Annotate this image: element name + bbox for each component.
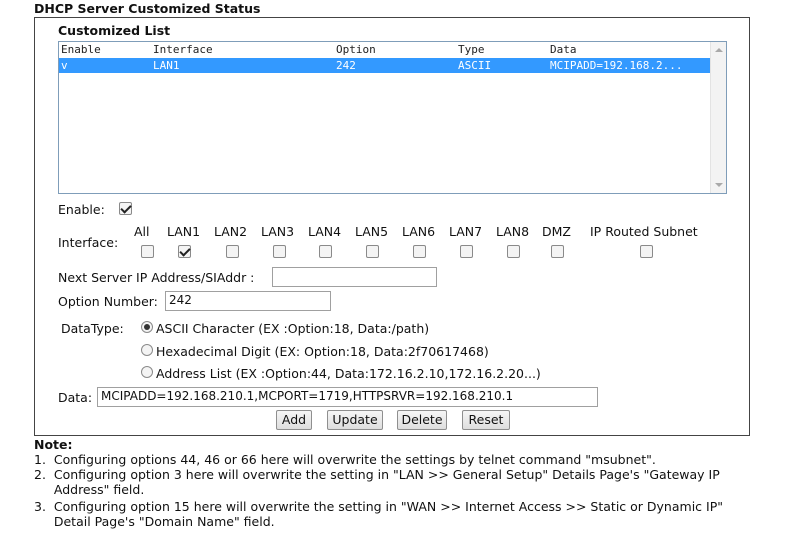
customized-list[interactable]: Enable Interface Option Type Data v LAN1… [58, 41, 727, 194]
datatype-option-address-list: Address List (EX :Option:44, Data:172.16… [156, 366, 541, 381]
update-button[interactable]: Update [327, 410, 383, 430]
datatype-label: DataType: [61, 321, 124, 336]
row-enable: v [61, 59, 68, 72]
interface-label-ip-routed-subnet: IP Routed Subnet [590, 224, 698, 239]
note-line: 3. Configuring option 15 here will overw… [34, 499, 723, 514]
datatype-option-ascii: ASCII Character (EX :Option:18, Data:/pa… [156, 321, 430, 336]
page-title: DHCP Server Customized Status [34, 1, 261, 16]
enable-label: Enable: [58, 202, 105, 217]
datatype-radio-ascii[interactable] [141, 321, 153, 333]
interface-label: Interface: [58, 235, 119, 250]
enable-checkbox[interactable] [119, 202, 132, 215]
column-enable: Enable [61, 43, 101, 56]
next-server-label: Next Server IP Address/SIAddr : [58, 270, 255, 285]
row-type: ASCII [458, 59, 492, 72]
note-list: 1. Configuring options 44, 46 or 66 here… [34, 452, 774, 537]
interface-label-lan1: LAN1 [167, 224, 201, 239]
interface-checkbox-lan8[interactable] [507, 245, 520, 258]
interface-label-lan2: LAN2 [214, 224, 248, 239]
note-line: 1. Configuring options 44, 46 or 66 here… [34, 452, 656, 467]
column-option: Option [336, 43, 376, 56]
datatype-radio-hex[interactable] [141, 344, 153, 356]
data-input[interactable]: MCIPADD=192.168.210.1,MCPORT=1719,HTTPSR… [97, 387, 598, 407]
note-line: 2. Configuring option 3 here will overwr… [34, 467, 720, 482]
interface-checkbox-lan5[interactable] [366, 245, 379, 258]
row-data: MCIPADD=192.168.2... [550, 59, 683, 72]
reset-button[interactable]: Reset [462, 410, 510, 430]
add-button[interactable]: Add [276, 410, 312, 430]
interface-checkbox-lan2[interactable] [226, 245, 239, 258]
interface-label-dmz: DMZ [542, 224, 571, 239]
scroll-down-icon[interactable] [715, 183, 723, 187]
scroll-up-icon[interactable] [715, 48, 723, 52]
row-option: 242 [336, 59, 356, 72]
interface-checkbox-lan3[interactable] [273, 245, 286, 258]
interface-label-lan4: LAN4 [308, 224, 342, 239]
option-number-label: Option Number: [58, 294, 158, 309]
interface-checkbox-lan4[interactable] [319, 245, 332, 258]
note-title: Note: [34, 437, 73, 452]
option-number-input[interactable]: 242 [165, 291, 331, 311]
list-scrollbar[interactable] [710, 42, 726, 193]
delete-button[interactable]: Delete [397, 410, 447, 430]
note-line: Detail Page's "Domain Name" field. [34, 514, 275, 529]
datatype-option-hex: Hexadecimal Digit (EX: Option:18, Data:2… [156, 344, 489, 359]
customized-list-heading: Customized List [58, 23, 171, 38]
interface-label-lan3: LAN3 [261, 224, 295, 239]
list-item[interactable]: v LAN1 242 ASCII MCIPADD=192.168.2... [59, 58, 711, 73]
interface-checkbox-lan6[interactable] [413, 245, 426, 258]
interface-label-lan5: LAN5 [355, 224, 389, 239]
data-label: Data: [58, 390, 93, 405]
interface-checkbox-lan1[interactable] [178, 245, 191, 258]
interface-label-lan6: LAN6 [402, 224, 436, 239]
list-header: Enable Interface Option Type Data [59, 42, 711, 57]
interface-checkbox-dmz[interactable] [551, 245, 564, 258]
column-type: Type [458, 43, 485, 56]
next-server-input[interactable] [272, 267, 437, 287]
interface-label-all: All [134, 224, 150, 239]
interface-label-lan8: LAN8 [496, 224, 530, 239]
row-interface: LAN1 [153, 59, 180, 72]
interface-label-lan7: LAN7 [449, 224, 483, 239]
column-interface: Interface [153, 43, 213, 56]
interface-checkbox-lan7[interactable] [460, 245, 473, 258]
interface-checkbox-all[interactable] [141, 245, 154, 258]
column-data: Data [550, 43, 577, 56]
datatype-radio-address-list[interactable] [141, 366, 153, 378]
note-line: Address" field. [34, 482, 145, 497]
interface-checkbox-ip-routed-subnet[interactable] [640, 245, 653, 258]
